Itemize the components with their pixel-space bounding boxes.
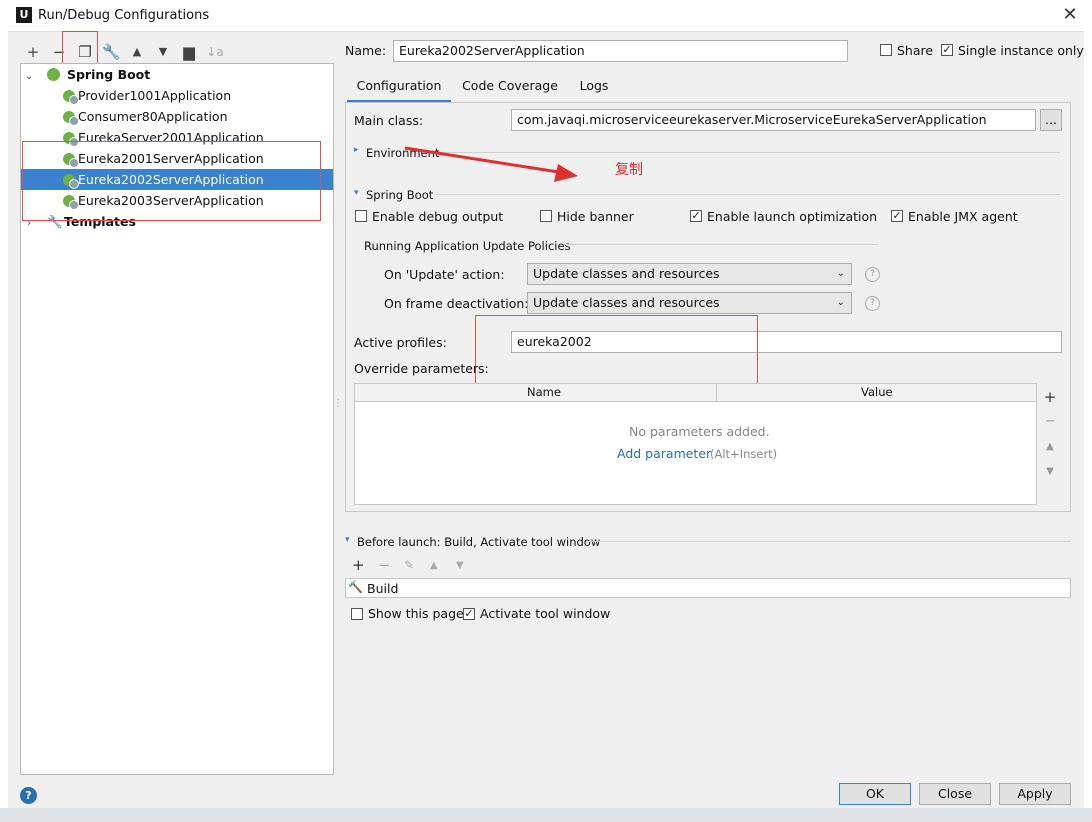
single-instance-checkbox[interactable]: ✓ [941,44,953,56]
collapse-icon[interactable]: ▾ [345,535,350,545]
remove-param-icon[interactable]: − [1043,414,1057,429]
ok-button[interactable]: OK [839,783,911,805]
highlight-box [475,315,758,386]
title-bar: U Run/Debug Configurations ✕ [0,0,1092,32]
tree-item[interactable]: Consumer80Application [21,106,333,127]
debug-output-checkbox[interactable] [355,210,367,222]
annotation-arrow-icon [404,146,578,182]
move-up-icon[interactable]: ▲ [430,560,438,571]
background-left-strip [0,31,8,822]
add-task-icon[interactable]: + [352,556,365,574]
add-parameter-shortcut: (Alt+Insert) [710,447,778,461]
chevron-down-icon: ⌄ [836,268,845,279]
on-frame-label: On frame deactivation: [384,296,529,311]
wrench-icon[interactable]: 🔧 [102,43,121,61]
update-policies-label: Running Application Update Policies [364,239,571,253]
name-input[interactable]: Eureka2002ServerApplication [393,40,848,62]
tab-configuration[interactable]: Configuration [347,72,451,103]
before-launch-list[interactable] [345,578,1071,598]
tree-group-spring-boot[interactable]: ⌄ Spring Boot [21,64,333,85]
on-update-value: Update classes and resources [533,266,720,281]
col-name-header[interactable]: Name [527,385,561,399]
highlight-box [22,141,321,221]
single-instance-label: Single instance only [958,43,1084,58]
splitter-handle[interactable]: ⋮ [333,398,343,412]
main-class-label: Main class: [354,113,424,128]
spring-boot-app-icon [63,90,79,105]
params-table-header [355,384,1036,402]
background-right-strip [1084,31,1092,822]
close-window-icon[interactable]: ✕ [1060,4,1080,26]
add-param-icon[interactable]: + [1043,388,1057,406]
share-label: Share [897,43,934,58]
show-page-label: Show this page [368,606,464,621]
launch-optimization-checkbox[interactable]: ✓ [690,210,702,222]
hide-banner-label: Hide banner [557,209,634,224]
window-title: Run/Debug Configurations [38,8,210,23]
expand-icon[interactable]: ▸ [354,145,359,155]
spring-boot-app-icon [63,111,79,126]
hide-banner-checkbox[interactable] [540,210,552,222]
activate-tool-window-checkbox[interactable]: ✓ [463,608,475,620]
spring-boot-icon [46,68,60,81]
launch-optimization-label: Enable launch optimization [707,209,878,224]
hammer-icon: 🔨 [348,580,363,594]
col-value-header[interactable]: Value [861,385,893,399]
move-up-icon[interactable]: ▲ [1043,441,1057,452]
tree-group-label: Spring Boot [66,67,151,82]
jmx-agent-checkbox[interactable]: ✓ [891,210,903,222]
on-frame-value: Update classes and resources [533,295,720,310]
share-checkbox[interactable] [880,44,892,56]
tree-item-label: Consumer80Application [78,109,228,124]
edit-task-icon[interactable]: ✎ [404,558,414,572]
divider [564,244,878,245]
divider [436,194,1060,195]
move-down-icon[interactable]: ▼ [456,560,464,571]
copy-annotation: 复制 [615,162,643,178]
no-params-text: No parameters added. [629,424,770,439]
before-launch-label: Before launch: Build, Activate tool wind… [357,535,601,549]
folder-icon[interactable]: ▆ [180,43,198,61]
tree-item[interactable]: Provider1001Application [21,85,333,106]
copy-config-icon[interactable]: ❐ [76,43,94,61]
apply-button[interactable]: Apply [999,783,1071,805]
name-label: Name: [345,43,387,58]
spring-boot-section-label: Spring Boot [366,188,434,202]
chevron-down-icon: ⌄ [836,297,845,308]
help-icon[interactable]: ? [20,787,37,804]
add-config-icon[interactable]: + [24,43,42,61]
debug-output-label: Enable debug output [372,209,504,224]
intellij-app-icon: U [16,7,32,23]
build-task-label[interactable]: Build [367,581,398,596]
add-parameter-link[interactable]: Add parameter [617,446,711,461]
tree-item-label: Provider1001Application [78,88,232,103]
help-icon[interactable]: ? [865,267,880,282]
browse-button[interactable]: ... [1040,109,1062,131]
collapse-icon[interactable]: ▾ [354,188,359,198]
activate-tool-window-label: Activate tool window [480,606,611,621]
close-button[interactable]: Close [919,783,991,805]
on-update-select[interactable]: Update classes and resources ⌄ [527,263,852,285]
tab-logs[interactable]: Logs [572,72,616,100]
move-up-icon[interactable]: ▲ [128,43,146,61]
chevron-down-icon[interactable]: ⌄ [23,66,35,87]
override-params-label: Override parameters: [354,361,489,376]
show-page-checkbox[interactable] [351,608,363,620]
divider [586,541,1071,542]
tab-code-coverage[interactable]: Code Coverage [458,72,562,100]
active-profiles-label: Active profiles: [354,335,447,350]
on-frame-select[interactable]: Update classes and resources ⌄ [527,292,852,314]
on-update-label: On 'Update' action: [384,267,505,282]
help-icon[interactable]: ? [865,296,880,311]
jmx-agent-label: Enable JMX agent [908,209,1018,224]
remove-task-icon[interactable]: − [378,556,391,574]
main-class-input[interactable]: com.javaqi.microserviceeurekaserver.Micr… [511,109,1036,131]
column-divider [716,384,717,401]
background-bottom-strip [0,808,1092,822]
sort-icon[interactable]: ↓a [206,43,224,61]
move-down-icon[interactable]: ▼ [1043,466,1057,477]
move-down-icon[interactable]: ▼ [154,43,172,61]
